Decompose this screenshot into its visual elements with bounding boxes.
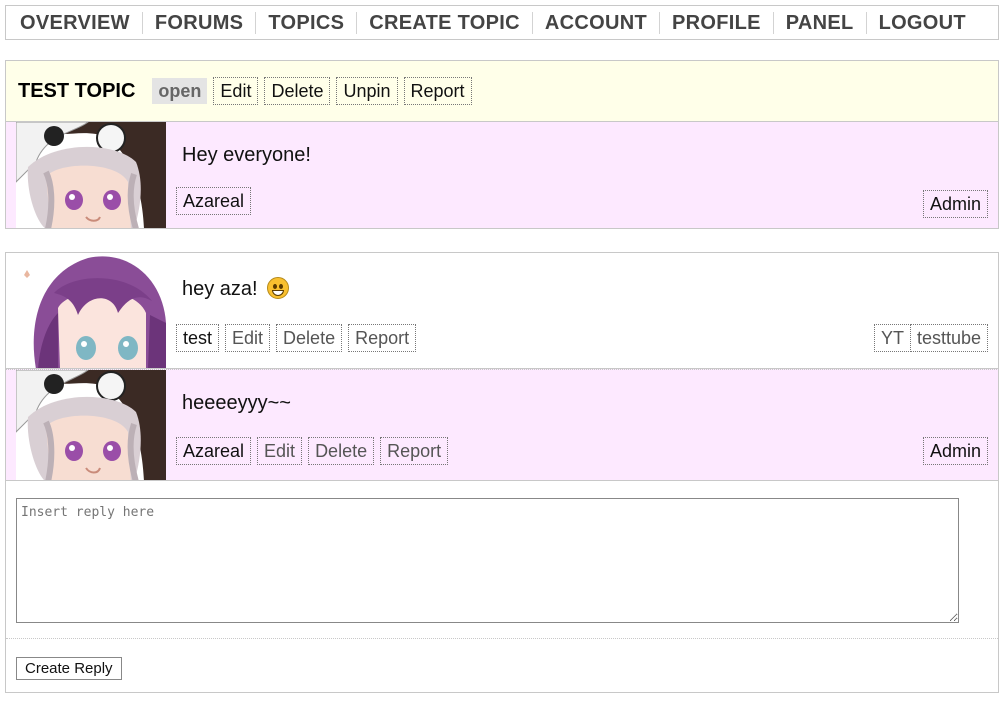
nav-panel[interactable]: PANEL: [774, 11, 867, 34]
post-user-tags: Admin: [922, 437, 988, 465]
create-reply-button[interactable]: Create Reply: [16, 657, 122, 680]
post-2: hey aza! test Edit Delete Report YT test…: [5, 252, 999, 369]
post-author-link[interactable]: Azareal: [176, 187, 252, 215]
topic-report-button[interactable]: Report: [403, 77, 472, 105]
nav-overview[interactable]: OVERVIEW: [8, 11, 143, 34]
monokuma-hood-girl-avatar: [16, 122, 166, 228]
nav-create-topic[interactable]: CREATE TOPIC: [357, 11, 533, 34]
topic-title: TEST TOPIC: [18, 79, 136, 102]
topic-unpin-button[interactable]: Unpin: [336, 77, 398, 105]
post-report-button[interactable]: Report: [348, 324, 417, 352]
purple-hair-girl-avatar: [18, 253, 168, 368]
divider: [6, 638, 998, 639]
reply-textarea[interactable]: [16, 498, 959, 623]
post-report-button[interactable]: Report: [380, 437, 449, 465]
nav-forums[interactable]: FORUMS: [143, 11, 257, 34]
topic-delete-button[interactable]: Delete: [264, 77, 331, 105]
post-3: heeeeyyy~~ Azareal Edit Delete Report Ad…: [5, 369, 999, 481]
topic-edit-button[interactable]: Edit: [213, 77, 259, 105]
reply-form: Create Reply: [5, 481, 999, 693]
user-tag-yt: YT: [873, 324, 911, 352]
nav-topics[interactable]: TOPICS: [256, 11, 358, 34]
topic-header: TEST TOPIC open Edit Delete Unpin Report: [5, 60, 999, 122]
user-tag-testtube: testtube: [910, 324, 988, 352]
avatar[interactable]: [16, 122, 166, 228]
user-role-badge: Admin: [922, 437, 988, 465]
grinning-emoji-icon: [267, 277, 290, 299]
avatar[interactable]: [16, 370, 166, 480]
user-role-badge: Admin: [922, 190, 988, 218]
avatar[interactable]: [18, 253, 168, 368]
post-text: hey aza!: [182, 278, 258, 300]
post-edit-button[interactable]: Edit: [257, 437, 303, 465]
nav-logout[interactable]: LOGOUT: [867, 12, 978, 34]
post-delete-button[interactable]: Delete: [276, 324, 343, 352]
post-content: Hey everyone!: [182, 144, 311, 166]
post-content: hey aza!: [182, 277, 290, 301]
post-author-link[interactable]: Azareal: [176, 437, 252, 465]
topic-status-badge: open: [152, 78, 208, 104]
nav-profile[interactable]: PROFILE: [660, 11, 774, 34]
post-author-link[interactable]: test: [176, 324, 220, 352]
post-edit-button[interactable]: Edit: [225, 324, 271, 352]
main-nav: OVERVIEW FORUMS TOPICS CREATE TOPIC ACCO…: [5, 5, 999, 40]
post-user-tags: Admin: [922, 190, 988, 218]
post-actions: test Edit Delete Report: [176, 324, 422, 352]
post-actions: Azareal Edit Delete Report: [176, 437, 454, 465]
post-content: heeeeyyy~~: [182, 392, 291, 414]
monokuma-hood-girl-avatar: [16, 370, 166, 480]
post-delete-button[interactable]: Delete: [308, 437, 375, 465]
post-user-tags: YT testtube: [873, 324, 988, 352]
post-1: Hey everyone! Azareal Admin: [5, 122, 999, 229]
post-actions: Azareal: [176, 187, 257, 215]
nav-account[interactable]: ACCOUNT: [533, 11, 660, 34]
